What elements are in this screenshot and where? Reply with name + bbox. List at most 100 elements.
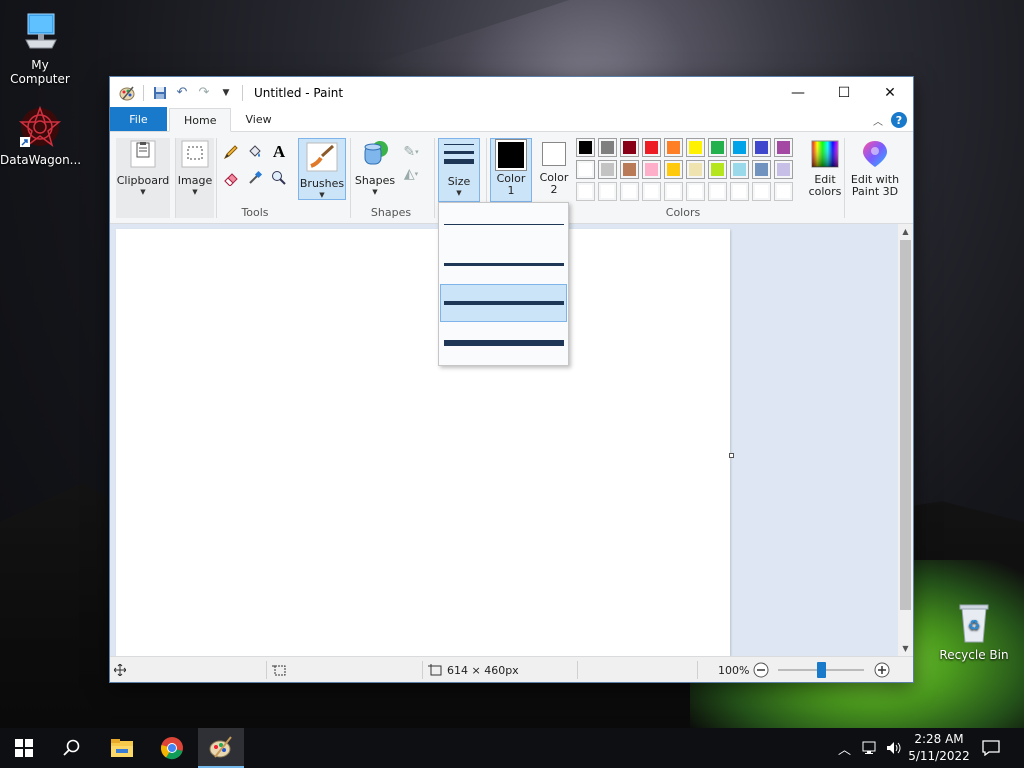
vertical-scrollbar[interactable]: ▲ ▼ [898, 224, 913, 656]
color-swatch[interactable] [730, 138, 749, 157]
color-swatch[interactable] [598, 160, 617, 179]
color-swatch-fill [755, 141, 768, 154]
help-icon[interactable]: ? [891, 112, 907, 128]
color-swatch[interactable] [752, 160, 771, 179]
clipboard-button[interactable]: Clipboard ▼ [116, 138, 170, 218]
redo-icon[interactable]: ↷ [195, 84, 213, 102]
datawagon-shortcut-icon [18, 105, 62, 149]
color-swatch[interactable] [642, 160, 661, 179]
taskbar-clock[interactable]: 2:28 AM 5/11/2022 [902, 731, 976, 765]
color-swatch[interactable] [752, 138, 771, 157]
pencil-icon[interactable] [221, 142, 241, 162]
color-swatch[interactable] [774, 138, 793, 157]
clipboard-label: Clipboard [116, 174, 170, 187]
folder-icon [111, 739, 133, 757]
color-swatch[interactable] [752, 182, 771, 201]
color-swatch[interactable] [708, 182, 727, 201]
color-swatch[interactable] [774, 160, 793, 179]
shapes-button[interactable]: Shapes ▼ [355, 138, 395, 200]
size-button[interactable]: Size ▼ [438, 138, 480, 202]
drawing-canvas[interactable] [116, 229, 730, 656]
show-hidden-icons-chevron-icon[interactable]: ︿ [838, 728, 851, 768]
desktop-icon-datawagon[interactable]: DataWagon... [0, 105, 81, 167]
color-swatch-fill [711, 141, 724, 154]
color-swatch[interactable] [576, 138, 595, 157]
text-tool-icon[interactable]: A [269, 142, 289, 162]
minimize-button[interactable]: — [775, 77, 821, 108]
magnifier-icon[interactable] [269, 168, 289, 188]
brush-icon [306, 141, 338, 173]
desktop-icon-recycle-bin[interactable]: ♻ Recycle Bin [934, 600, 1014, 662]
color-swatch[interactable] [708, 160, 727, 179]
color-swatch[interactable] [576, 182, 595, 201]
color-swatch-fill [667, 185, 680, 198]
color-swatch[interactable] [620, 182, 639, 201]
color-swatch[interactable] [664, 138, 683, 157]
color-swatch[interactable] [598, 138, 617, 157]
taskbar-chrome[interactable] [148, 728, 196, 768]
paint-app-icon[interactable] [118, 84, 136, 102]
fill-bucket-icon[interactable] [245, 142, 265, 162]
shapes-icon [359, 138, 391, 170]
color-swatch[interactable] [686, 182, 705, 201]
tab-home[interactable]: Home [169, 108, 232, 132]
size-option-8px[interactable] [440, 324, 567, 362]
color-swatch[interactable] [664, 160, 683, 179]
color-swatch[interactable] [730, 182, 749, 201]
tab-file[interactable]: File [110, 107, 167, 131]
color-swatch-fill [579, 141, 592, 154]
outline-icon[interactable]: ✎ ▾ [397, 142, 425, 162]
color-swatch-fill [689, 185, 702, 198]
color-swatch[interactable] [598, 182, 617, 201]
color-swatch[interactable] [708, 138, 727, 157]
eraser-icon[interactable] [221, 168, 241, 188]
edit-with-paint3d-button[interactable]: Edit with Paint 3D [846, 138, 904, 202]
color-swatch[interactable] [620, 138, 639, 157]
color-swatch[interactable] [620, 160, 639, 179]
fill-icon[interactable]: ◭ ▾ [397, 164, 425, 184]
color-swatch[interactable] [774, 182, 793, 201]
customize-qat-chevron-icon[interactable]: ▼ [217, 84, 235, 102]
minimize-ribbon-chevron-icon[interactable]: ︿ [873, 113, 883, 128]
volume-icon[interactable] [886, 728, 902, 768]
scrollbar-thumb[interactable] [900, 240, 911, 610]
size-option-3px[interactable] [440, 245, 567, 283]
color-swatch[interactable] [686, 160, 705, 179]
image-button[interactable]: Image ▼ [176, 138, 214, 218]
zoom-in-icon[interactable] [874, 657, 890, 683]
notifications-icon[interactable] [982, 728, 1000, 768]
color-swatch[interactable] [686, 138, 705, 157]
edit-colors-button[interactable]: Edit colors [800, 138, 850, 202]
color-swatch[interactable] [576, 160, 595, 179]
start-button[interactable] [0, 728, 48, 768]
desktop-icon-my-computer[interactable]: My Computer [0, 10, 80, 86]
canvas-resize-handle-right[interactable] [729, 453, 734, 458]
scroll-up-arrow-icon[interactable]: ▲ [898, 224, 913, 239]
close-button[interactable]: ✕ [867, 77, 913, 108]
color-picker-icon[interactable] [245, 168, 265, 188]
color-swatch[interactable] [730, 160, 749, 179]
color-swatch[interactable] [642, 182, 661, 201]
brushes-button[interactable]: Brushes ▼ [298, 138, 346, 200]
computer-icon [18, 10, 62, 54]
color-swatch[interactable] [642, 138, 661, 157]
tab-view[interactable]: View [231, 107, 285, 131]
color-swatch-fill [623, 141, 636, 154]
zoom-slider-thumb[interactable] [817, 662, 826, 678]
taskbar-file-explorer[interactable] [98, 728, 146, 768]
chevron-down-icon: ▼ [319, 191, 325, 199]
size-option-5px[interactable] [440, 284, 567, 322]
color2-button[interactable]: Color 2 [534, 138, 574, 202]
network-icon[interactable] [862, 728, 880, 768]
zoom-slider[interactable] [778, 657, 864, 683]
maximize-button[interactable]: ☐ [821, 77, 867, 108]
search-button[interactable] [48, 728, 96, 768]
color1-button[interactable]: Color 1 [490, 138, 532, 202]
taskbar-paint[interactable] [198, 728, 244, 768]
zoom-out-icon[interactable] [753, 657, 769, 683]
scroll-down-arrow-icon[interactable]: ▼ [898, 641, 913, 656]
size-option-1px[interactable] [440, 205, 567, 243]
save-icon[interactable] [151, 84, 169, 102]
color-swatch[interactable] [664, 182, 683, 201]
undo-icon[interactable]: ↶ [173, 84, 191, 102]
